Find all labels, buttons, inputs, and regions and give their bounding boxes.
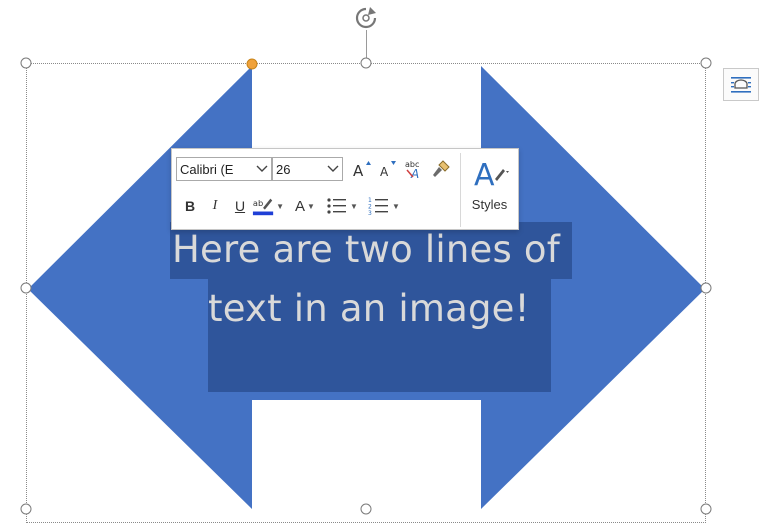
styles-button[interactable]: A Styles [460,153,518,227]
svg-text:A: A [474,158,495,191]
font-size-combo[interactable]: 26 [272,157,343,181]
shrink-font-button[interactable]: A [375,157,401,181]
text-line-2[interactable]: text in an image! [208,287,530,330]
font-size-value: 26 [276,161,291,177]
text-highlight-color-icon: ab [252,198,274,216]
svg-text:A: A [380,165,389,179]
mini-toolbar: Calibri (E 26 A A abc A B I U ab ▼ A ▼ ▼… [171,148,519,230]
grow-font-icon: A [353,161,371,179]
numbering-icon: 1 2 3 [368,197,389,217]
svg-text:A: A [410,167,419,180]
font-color-button[interactable]: A ▼ [288,194,322,218]
layout-options-icon [731,76,751,93]
font-name-value: Calibri (E [180,161,234,177]
caret-down-icon[interactable]: ▼ [350,202,358,211]
resize-handle-middle-right[interactable] [700,282,712,294]
font-name-combo[interactable]: Calibri (E [176,157,272,181]
shrink-font-icon: A [380,161,396,179]
resize-handle-bottom-center[interactable] [360,503,372,515]
caret-down-icon[interactable]: ▼ [392,202,400,211]
styles-icon: A [474,158,509,191]
resize-handle-top-center[interactable] [360,57,372,69]
styles-label: Styles [471,197,508,212]
svg-text:3: 3 [368,210,372,217]
underline-button[interactable]: U [228,194,252,218]
mini-toolbar-row-1: Calibri (E 26 A A abc A [176,156,455,182]
clear-formatting-button[interactable]: abc A [401,157,427,181]
font-color-icon: A [295,197,306,215]
resize-handle-middle-left[interactable] [20,282,32,294]
bullets-icon [327,198,347,214]
svg-text:A: A [353,162,364,179]
bullets-button[interactable]: ▼ [322,194,362,218]
layout-options-button[interactable] [723,68,759,101]
resize-handle-bottom-left[interactable] [20,503,32,515]
numbering-button[interactable]: 1 2 3 ▼ [362,194,406,218]
italic-button[interactable]: I [202,194,228,218]
format-painter-button[interactable] [427,157,455,181]
clear-formatting-icon: abc A [405,160,419,180]
format-painter-icon [433,160,450,177]
chevron-down-icon[interactable] [253,165,271,173]
highlight-button[interactable]: ab ▼ [252,194,284,218]
mini-toolbar-row-2: B I U ab ▼ A ▼ ▼ 1 2 3 ▼ [178,193,406,219]
caret-down-icon[interactable]: ▼ [276,202,284,211]
svg-text:ab: ab [253,198,263,208]
chevron-down-icon[interactable] [324,165,342,173]
resize-handle-top-left[interactable] [20,57,32,69]
bold-button[interactable]: B [178,194,202,218]
resize-handle-bottom-right[interactable] [700,503,712,515]
document-canvas: Here are two lines of text in an image! [0,0,773,523]
text-line-1[interactable]: Here are two lines of [172,228,560,271]
resize-handle-top-right[interactable] [700,57,712,69]
caret-down-icon[interactable]: ▼ [307,202,315,211]
shape-adjust-handle[interactable] [246,58,258,70]
grow-font-button[interactable]: A [349,157,375,181]
rotate-handle-icon[interactable] [352,4,380,32]
